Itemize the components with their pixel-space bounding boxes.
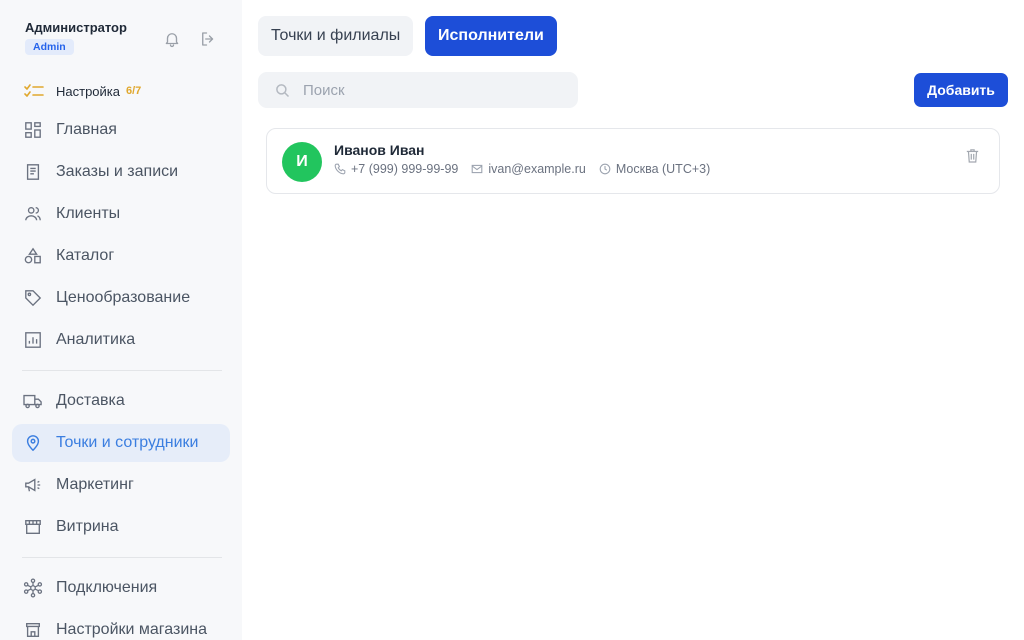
truck-icon: [23, 391, 43, 411]
sidebar-item-label: Настройки магазина: [56, 621, 208, 638]
sidebar-item-analytics[interactable]: Аналитика: [12, 321, 230, 359]
sidebar-item-label: Доставка: [56, 392, 125, 409]
sidebar-item-delivery[interactable]: Доставка: [12, 382, 230, 420]
role-badge: Admin: [25, 39, 74, 55]
avatar: И: [282, 142, 322, 182]
sidebar-item-label: Аналитика: [56, 331, 136, 348]
sidebar-item-catalog[interactable]: Каталог: [12, 237, 230, 275]
tag-icon: [23, 288, 43, 308]
sidebar: Администратор Admin Настройка 6/7 Главна…: [0, 0, 242, 640]
search-icon: [275, 82, 291, 98]
shop-icon: [23, 620, 43, 640]
performer-card[interactable]: И Иванов Иван +7 (999) 999-99-99 ivan@ex…: [266, 128, 1000, 194]
mail-icon: [471, 163, 483, 175]
search-input[interactable]: [303, 81, 563, 99]
setup-progress[interactable]: Настройка 6/7: [24, 82, 141, 100]
users-icon: [23, 204, 43, 224]
grid-icon: [23, 120, 43, 140]
sidebar-item-store-settings[interactable]: Настройки магазина: [12, 611, 230, 640]
bell-icon[interactable]: [162, 29, 182, 49]
sidebar-item-label: Клиенты: [56, 205, 121, 222]
sidebar-item-label: Главная: [56, 121, 117, 138]
clock-icon: [599, 163, 611, 175]
sidebar-item-marketing[interactable]: Маркетинг: [12, 466, 230, 504]
setup-label: Настройка: [56, 83, 120, 99]
checklist-icon: [24, 82, 44, 100]
tab-performers[interactable]: Исполнители: [425, 16, 557, 56]
sidebar-item-label: Подключения: [56, 579, 158, 596]
logout-icon[interactable]: [198, 29, 218, 49]
chart-icon: [23, 330, 43, 350]
setup-count: 6/7: [126, 85, 142, 97]
email-text: ivan@example.ru: [488, 162, 586, 176]
phone-text: +7 (999) 999-99-99: [351, 162, 459, 176]
phone-icon: [334, 163, 346, 175]
sidebar-item-label: Каталог: [56, 247, 115, 264]
sidebar-item-locations[interactable]: Точки и сотрудники: [12, 424, 230, 462]
sidebar-item-orders[interactable]: Заказы и записи: [12, 153, 230, 191]
receipt-icon: [23, 162, 43, 182]
performer-email: ivan@example.ru: [471, 162, 586, 176]
sidebar-item-label: Маркетинг: [56, 476, 134, 493]
map-pin-icon: [23, 433, 43, 453]
sidebar-item-label: Точки и сотрудники: [56, 434, 199, 451]
trash-icon[interactable]: [964, 146, 980, 164]
performer-meta: +7 (999) 999-99-99 ivan@example.ru Москв…: [334, 162, 723, 176]
sidebar-item-label: Ценообразование: [56, 289, 191, 306]
performer-phone: +7 (999) 999-99-99: [334, 162, 458, 176]
sidebar-item-clients[interactable]: Клиенты: [12, 195, 230, 233]
sidebar-item-label: Заказы и записи: [56, 163, 179, 180]
sidebar-item-integrations[interactable]: Подключения: [12, 569, 230, 607]
sidebar-item-main[interactable]: Главная: [12, 111, 230, 149]
search-box: [258, 72, 578, 108]
performer-name: Иванов Иван: [334, 142, 425, 158]
sidebar-divider: [22, 557, 222, 558]
user-block: Администратор Admin: [25, 20, 127, 55]
sidebar-divider: [22, 370, 222, 371]
shapes-icon: [23, 246, 43, 266]
user-name: Администратор: [25, 20, 127, 35]
store-icon: [23, 517, 43, 537]
add-button[interactable]: Добавить: [914, 73, 1008, 107]
sidebar-item-pricing[interactable]: Ценообразование: [12, 279, 230, 317]
network-icon: [23, 578, 43, 598]
performer-timezone: Москва (UTC+3): [599, 162, 710, 176]
sidebar-item-label: Витрина: [56, 518, 119, 535]
sidebar-item-storefront[interactable]: Витрина: [12, 508, 230, 546]
timezone-text: Москва (UTC+3): [615, 162, 711, 176]
tab-branches[interactable]: Точки и филиалы: [258, 16, 414, 56]
megaphone-icon: [23, 475, 43, 495]
